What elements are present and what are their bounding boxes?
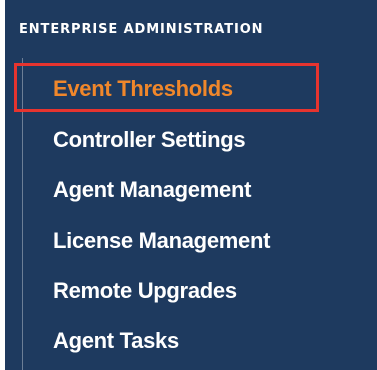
sidebar-item-controller-settings[interactable]: Controller Settings (53, 127, 246, 153)
sidebar-item-event-thresholds[interactable]: Event Thresholds (53, 76, 233, 102)
sidebar-item-license-management[interactable]: License Management (53, 228, 270, 254)
sidebar-item-agent-tasks[interactable]: Agent Tasks (53, 328, 179, 354)
nav-rail (22, 58, 23, 370)
section-title: ENTERPRISE ADMINISTRATION (19, 22, 264, 37)
sidebar-panel: ENTERPRISE ADMINISTRATION Event Threshol… (5, 0, 377, 370)
sidebar-item-remote-upgrades[interactable]: Remote Upgrades (53, 278, 237, 304)
sidebar-item-agent-management[interactable]: Agent Management (53, 177, 251, 203)
